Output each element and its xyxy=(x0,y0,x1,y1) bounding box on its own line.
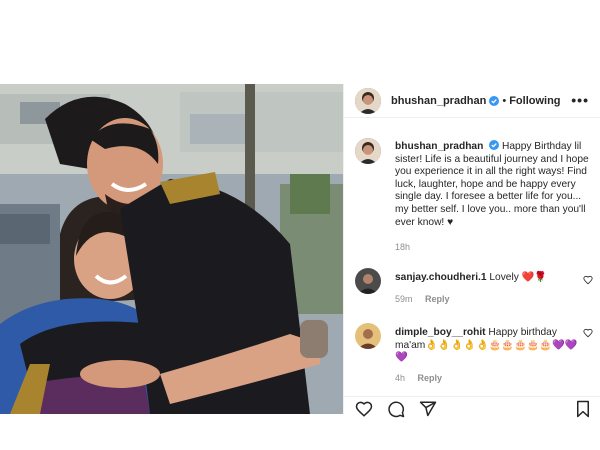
reply-button[interactable]: Reply xyxy=(425,294,450,304)
comment-like-heart-icon[interactable] xyxy=(583,275,593,285)
comment-icon[interactable] xyxy=(387,400,405,418)
post-header: bhushan_pradhan • Following ••• xyxy=(344,84,600,118)
author-username[interactable]: bhushan_pradhan xyxy=(391,95,486,107)
reply-button[interactable]: Reply xyxy=(418,373,443,383)
more-options-icon[interactable]: ••• xyxy=(571,93,589,107)
comment-meta: 4h Reply xyxy=(395,373,452,383)
verified-badge-icon xyxy=(489,140,500,150)
caption-username[interactable]: bhushan_pradhan xyxy=(395,141,483,152)
post-photo-image xyxy=(0,84,343,414)
commenter-avatar[interactable] xyxy=(355,323,381,349)
comment-time: 4h xyxy=(395,373,406,383)
bookmark-icon[interactable] xyxy=(574,400,592,418)
comment-text: Lovely ❤️🌹 xyxy=(489,272,548,283)
action-bar xyxy=(344,396,600,418)
comment-username[interactable]: sanjay.choudheri.1 xyxy=(395,272,487,283)
comment-meta: 59m Reply xyxy=(395,294,460,304)
heart-icon[interactable] xyxy=(355,400,373,418)
following-button[interactable]: Following xyxy=(509,95,560,107)
caption-text-block: bhushan_pradhan Happy Birthday lil siste… xyxy=(395,140,593,229)
author-avatar[interactable] xyxy=(355,87,381,114)
post-photo[interactable] xyxy=(0,84,343,414)
comment-text-block: dimple_boy__rohit Happy birthday ma'am👌👌… xyxy=(395,327,580,365)
caption-avatar[interactable] xyxy=(355,138,381,164)
comment-like-heart-icon[interactable] xyxy=(583,328,593,338)
comment-text-block: sanjay.choudheri.1 Lovely ❤️🌹 xyxy=(395,272,580,285)
caption-text: Happy Birthday lil sister! Life is a bea… xyxy=(395,141,589,228)
share-icon[interactable] xyxy=(419,400,437,418)
comment-time: 59m xyxy=(395,294,413,304)
verified-badge-icon xyxy=(489,95,500,106)
comment-username[interactable]: dimple_boy__rohit xyxy=(395,327,486,338)
commenter-avatar[interactable] xyxy=(355,268,381,294)
post-panel: bhushan_pradhan • Following ••• bhushan_… xyxy=(343,84,600,418)
header-separator: • xyxy=(502,94,507,107)
caption-time: 18h xyxy=(395,242,411,252)
